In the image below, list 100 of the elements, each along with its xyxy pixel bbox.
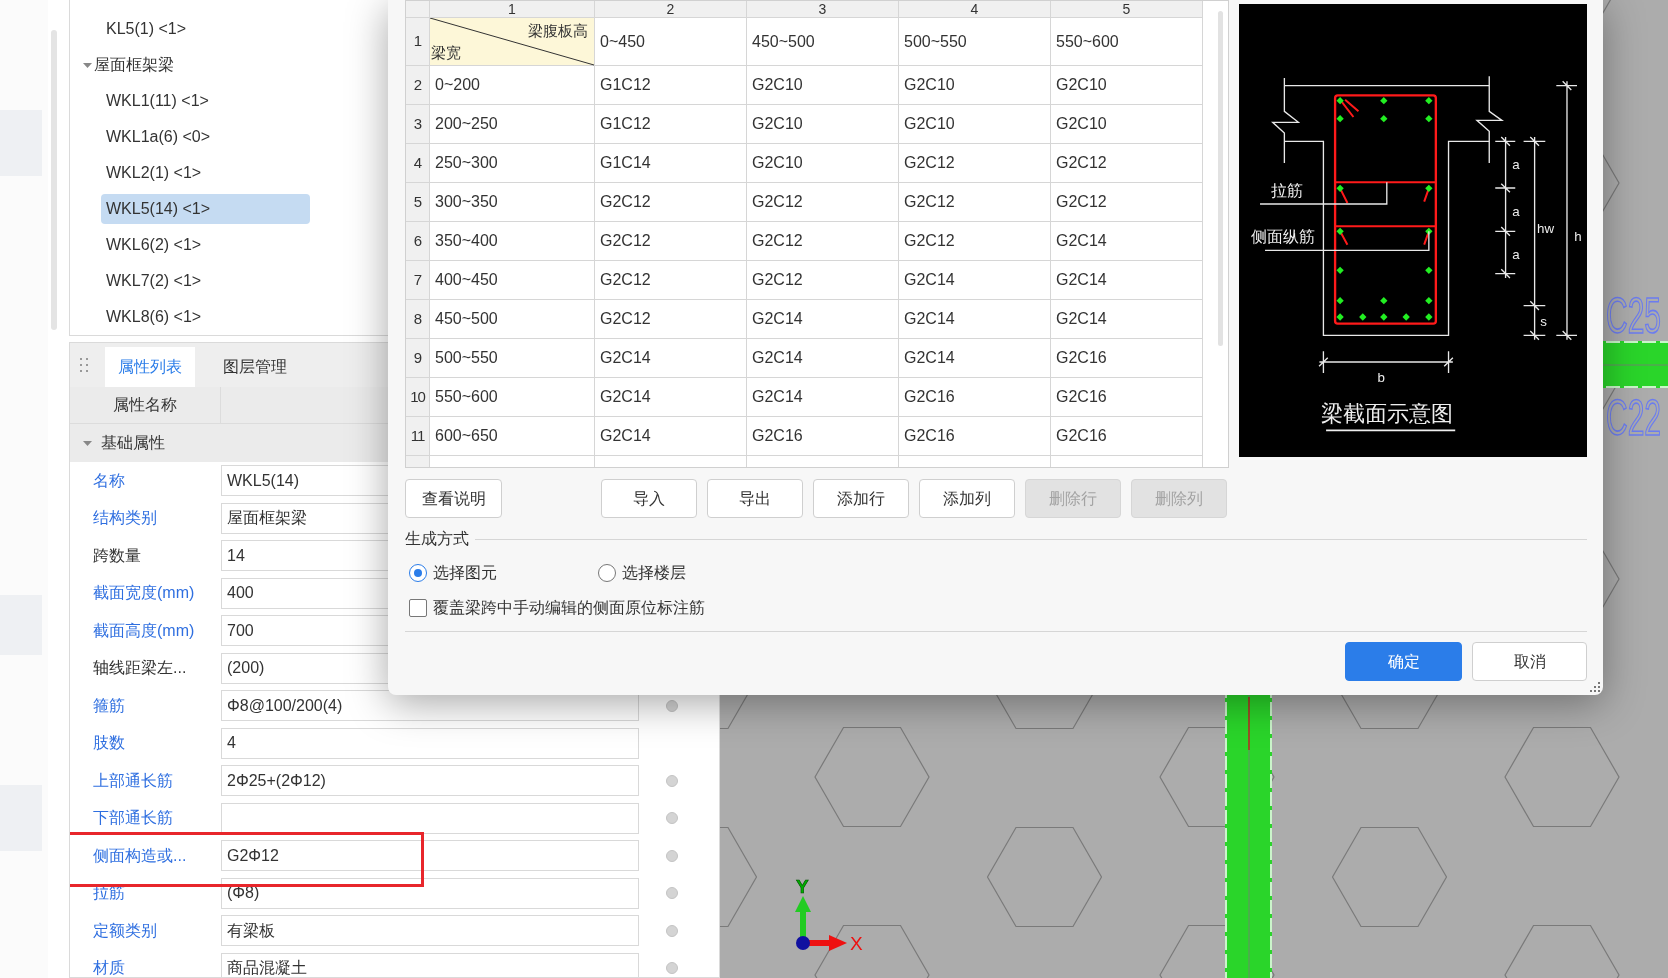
radio-button[interactable] <box>598 564 616 582</box>
tree-item[interactable]: WKL7(2) <1> <box>101 266 310 296</box>
row-number[interactable]: 7 <box>406 261 430 300</box>
table-cell[interactable]: G2C16 <box>899 417 1051 456</box>
tree-item[interactable]: WKL8(6) <1> <box>101 302 310 332</box>
table-cell[interactable]: G2C12 <box>595 222 747 261</box>
checkbox[interactable] <box>409 599 427 617</box>
radio-label[interactable]: 选择楼层 <box>622 561 686 585</box>
table-cell[interactable]: G2C10 <box>1051 105 1203 144</box>
tree-item[interactable]: WKL2(1) <1> <box>101 158 310 188</box>
panel-tab[interactable]: 属性列表 <box>105 347 195 387</box>
panel-tab[interactable]: 图层管理 <box>210 347 300 387</box>
radio-button[interactable] <box>409 564 427 582</box>
tree-item[interactable]: WKL1a(6) <0> <box>101 122 310 152</box>
table-cell[interactable]: G1C12 <box>595 105 747 144</box>
row-number[interactable]: 11 <box>406 417 430 456</box>
table-cell[interactable]: G2C14 <box>595 339 747 378</box>
tree-item[interactable]: WKL6(2) <1> <box>101 230 310 260</box>
cancel-button[interactable]: 取消 <box>1472 642 1587 681</box>
tree-item[interactable]: WKL1(11) <1> <box>101 86 310 116</box>
help-button[interactable]: 查看说明 <box>405 479 502 518</box>
checkbox-label[interactable]: 覆盖梁跨中手动编辑的侧面原位标注筋 <box>433 596 705 620</box>
column-header[interactable]: 2 <box>595 1 747 18</box>
table-cell[interactable]: G2C12 <box>747 183 899 222</box>
value-field[interactable]: 商品混凝土 <box>221 952 639 977</box>
column-header[interactable]: 3 <box>747 1 899 18</box>
collapse-caret-icon[interactable] <box>83 438 92 448</box>
table-cell[interactable]: 200~250 <box>430 105 595 144</box>
collapse-caret-icon[interactable] <box>83 60 92 70</box>
scrollbar[interactable] <box>51 30 57 330</box>
table-cell[interactable]: 450~500 <box>430 300 595 339</box>
table-cell[interactable]: G2C14 <box>747 378 899 417</box>
table-cell[interactable]: G2C14 <box>747 300 899 339</box>
table-cell[interactable]: G1C12 <box>595 66 747 105</box>
table-cell[interactable]: G2C16 <box>747 417 899 456</box>
table-cell[interactable]: G2C12 <box>747 261 899 300</box>
table-cell[interactable]: G2C12 <box>747 222 899 261</box>
tree-item[interactable]: WKL5(14) <1> <box>101 194 310 224</box>
table-cell[interactable]: 0~200 <box>430 66 595 105</box>
table-cell[interactable]: G2C14 <box>595 378 747 417</box>
table-cell[interactable]: G2C10 <box>747 144 899 183</box>
table-cell[interactable]: 350~400 <box>430 222 595 261</box>
table-cell[interactable]: G2C16 <box>1051 339 1203 378</box>
table-cell[interactable]: G2C16 <box>1051 378 1203 417</box>
table-cell[interactable]: 梁腹板高 梁宽 <box>430 18 595 66</box>
table-cell[interactable]: G2C10 <box>899 66 1051 105</box>
value-field[interactable]: 2Φ25+(2Φ12) <box>221 765 639 797</box>
table-cell[interactable]: G2C16 <box>1051 417 1203 456</box>
table-cell[interactable]: 500~550 <box>899 18 1051 66</box>
row-number[interactable]: 6 <box>406 222 430 261</box>
table-cell[interactable]: G2C14 <box>1051 300 1203 339</box>
table-cell[interactable]: G2C10 <box>747 105 899 144</box>
table-cell[interactable]: 600~650 <box>430 417 595 456</box>
value-field[interactable] <box>221 802 639 834</box>
table-cell[interactable]: G2C14 <box>1051 261 1203 300</box>
row-number[interactable]: 4 <box>406 144 430 183</box>
table-cell[interactable]: G2C12 <box>595 300 747 339</box>
row-number[interactable]: 9 <box>406 339 430 378</box>
row-number[interactable]: 5 <box>406 183 430 222</box>
table-action-button[interactable]: 添加行 <box>813 479 909 518</box>
value-field[interactable]: G2Φ12 <box>221 840 639 872</box>
table-cell[interactable]: G2C12 <box>899 183 1051 222</box>
scrollbar[interactable] <box>1218 11 1223 346</box>
table-cell[interactable]: 500~550 <box>430 339 595 378</box>
table-action-button[interactable]: 导入 <box>601 479 697 518</box>
resize-grip-icon[interactable] <box>1590 682 1600 692</box>
table-cell[interactable]: 400~450 <box>430 261 595 300</box>
table-cell[interactable]: 450~500 <box>747 18 899 66</box>
table-cell[interactable]: G2C12 <box>1051 144 1203 183</box>
table-cell[interactable]: 250~300 <box>430 144 595 183</box>
table-cell[interactable]: G2C14 <box>1051 222 1203 261</box>
table-cell[interactable]: G2C12 <box>899 144 1051 183</box>
value-field[interactable]: 4 <box>221 727 639 759</box>
column-header[interactable]: 4 <box>899 1 1051 18</box>
table-cell[interactable]: G2C14 <box>899 300 1051 339</box>
table-cell[interactable]: G2C14 <box>747 339 899 378</box>
table-cell[interactable]: G2C14 <box>899 339 1051 378</box>
table-cell[interactable]: G1C14 <box>595 144 747 183</box>
table-cell[interactable]: 550~600 <box>430 378 595 417</box>
value-field[interactable]: 有梁板 <box>221 915 639 947</box>
table-cell[interactable]: 0~450 <box>595 18 747 66</box>
table-cell[interactable]: G2C12 <box>1051 183 1203 222</box>
drag-handle-icon[interactable] <box>80 357 88 375</box>
tree-item[interactable]: KL5(1) <1> <box>101 14 310 44</box>
table-cell[interactable]: G2C10 <box>899 105 1051 144</box>
table-action-button[interactable]: 添加列 <box>919 479 1015 518</box>
table-cell[interactable]: G2C14 <box>595 417 747 456</box>
tree-group-label[interactable]: 屋面框架梁 <box>94 53 174 77</box>
row-number[interactable]: 2 <box>406 66 430 105</box>
table-cell[interactable]: G2C14 <box>899 261 1051 300</box>
table-cell[interactable]: G2C12 <box>899 222 1051 261</box>
row-number[interactable]: 3 <box>406 105 430 144</box>
radio-label[interactable]: 选择图元 <box>433 561 497 585</box>
table-cell[interactable]: G2C10 <box>747 66 899 105</box>
table-cell[interactable]: 550~600 <box>1051 18 1203 66</box>
confirm-button[interactable]: 确定 <box>1345 642 1462 681</box>
table-action-button[interactable]: 导出 <box>707 479 803 518</box>
row-number[interactable]: 8 <box>406 300 430 339</box>
table-cell[interactable]: G2C12 <box>595 183 747 222</box>
row-number[interactable]: 1 <box>406 18 430 66</box>
